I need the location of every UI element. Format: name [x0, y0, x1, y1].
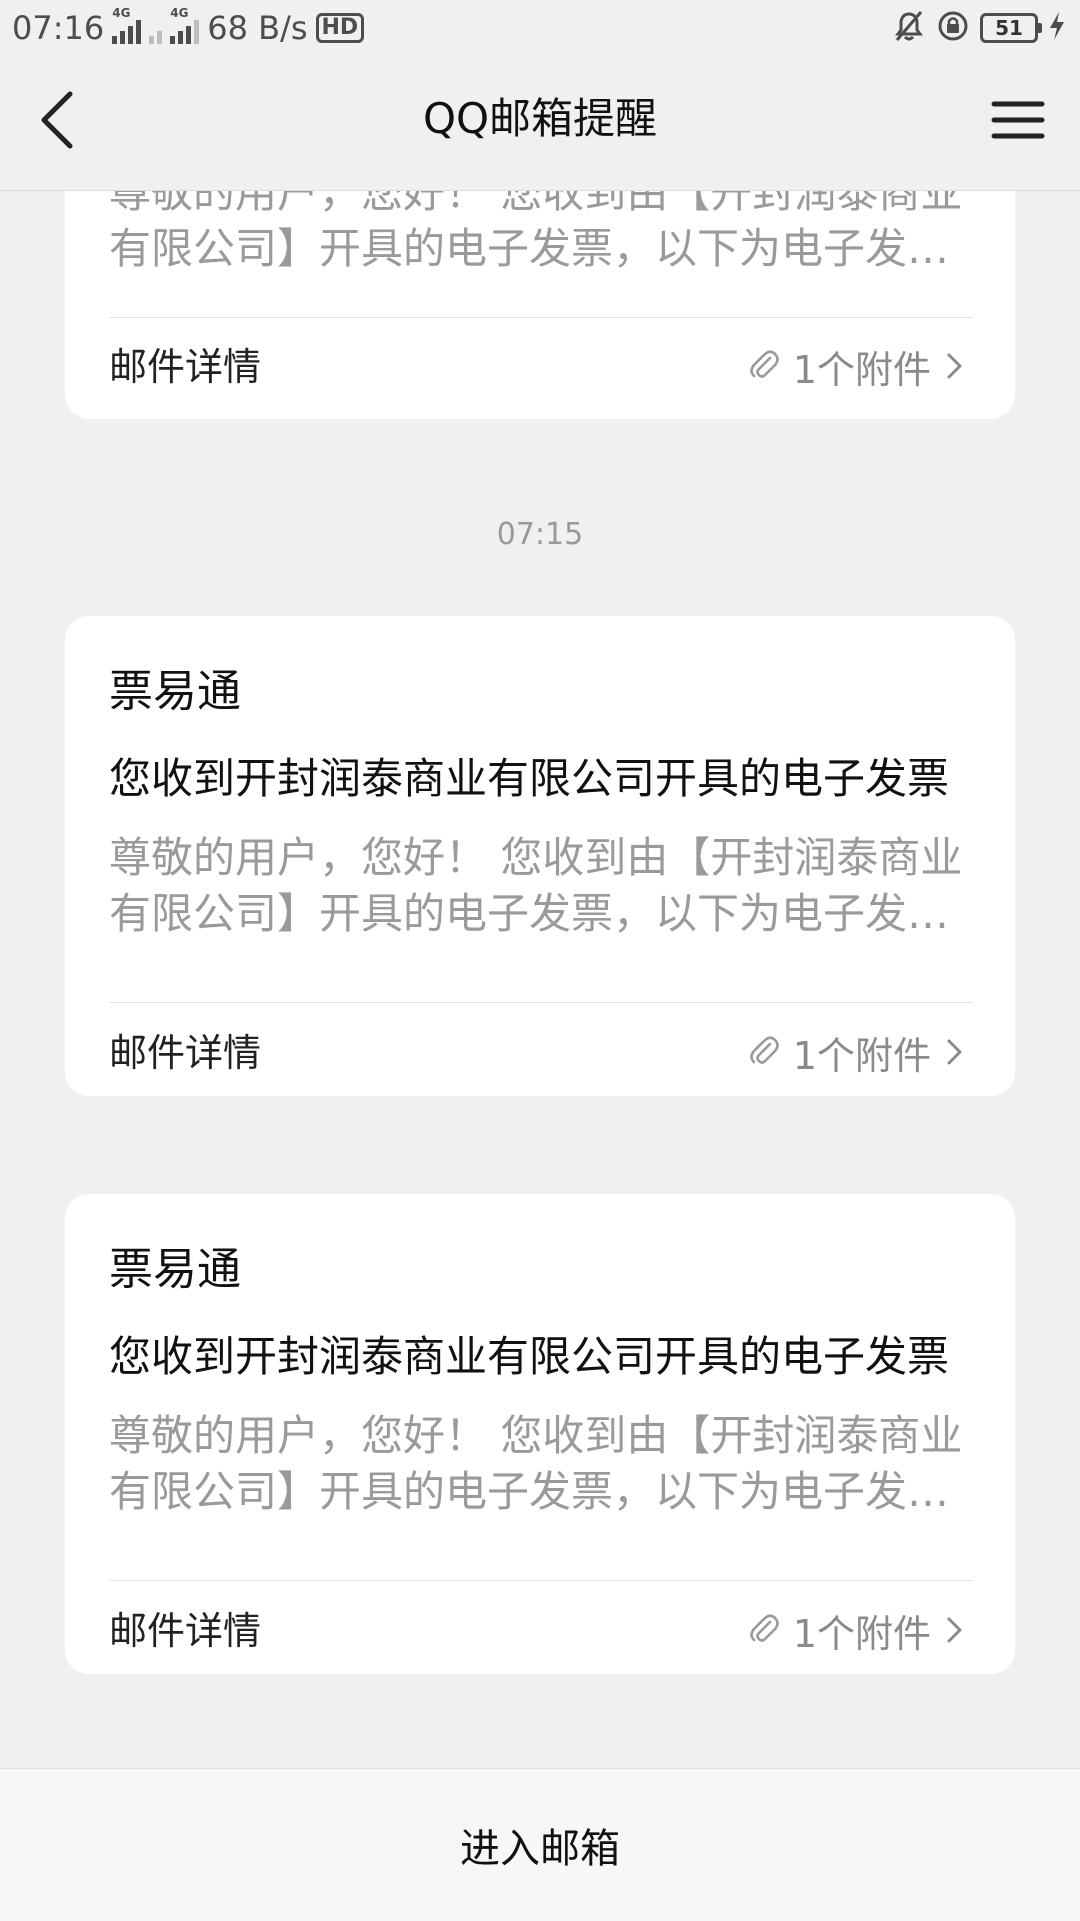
signal-icon: 4G [170, 6, 200, 44]
chevron-right-icon [947, 1617, 962, 1643]
menu-button[interactable] [990, 98, 1046, 142]
hamburger-menu-icon [991, 101, 1045, 139]
signal-tag: 4G [170, 6, 189, 20]
page-title: QQ邮箱提醒 [422, 94, 658, 143]
hd-voice-icon: HD [315, 13, 365, 43]
mail-sender: 票易通 [109, 1244, 241, 1295]
status-time: 07:16 [12, 9, 105, 47]
chevron-right-icon [947, 1039, 962, 1065]
attachment-info[interactable]: 1个附件 [749, 1026, 965, 1078]
card-divider [109, 1002, 973, 1003]
mail-detail-link[interactable]: 邮件详情 [109, 342, 261, 392]
enter-mailbox-button[interactable]: 进入邮箱 [0, 1769, 1080, 1921]
status-left: 07:16 4G 4G 68 B/s HD [12, 6, 365, 50]
paperclip-icon [750, 1614, 779, 1642]
mail-card[interactable]: 票易通 您收到开封润泰商业有限公司开具的电子发票 尊敬的用户，您好！ 您收到由【… [65, 616, 1015, 1096]
card-divider [109, 317, 973, 318]
mail-sender: 票易通 [109, 666, 241, 717]
bell-off-icon [892, 9, 926, 47]
app-header: QQ邮箱提醒 [0, 56, 1080, 191]
status-right: 51 [892, 8, 1066, 48]
attachment-info[interactable]: 1个附件 [749, 1604, 965, 1656]
signal-icon: 4G [112, 6, 142, 44]
message-timestamp: 07:15 [496, 517, 584, 552]
rotation-lock-icon [936, 9, 970, 47]
attachment-count: 1个附件 [792, 1033, 931, 1078]
battery-icon: 51 [980, 13, 1042, 43]
signal-icon-secondary [149, 12, 163, 44]
preview-container: 尊敬的用户，您好！ 您收到由【开封润泰商业有限公司】开具的电子发票，以下为电子发… [65, 191, 1015, 321]
paperclip-icon [750, 1036, 779, 1064]
attachment-count: 1个附件 [792, 347, 931, 392]
mail-preview: 尊敬的用户，您好！ 您收到由【开封润泰商业有限公司】开具的电子发票，以下为电子发… [109, 833, 963, 938]
chevron-right-icon [947, 353, 962, 379]
signal-tag: 4G [112, 6, 131, 20]
lightning-icon [1048, 11, 1066, 45]
network-speed: 68 B/s [207, 9, 308, 47]
card-divider [109, 1580, 973, 1581]
mail-preview: 尊敬的用户，您好！ 您收到由【开封润泰商业有限公司】开具的电子发票，以下为电子发… [109, 1411, 963, 1516]
mail-preview: 尊敬的用户，您好！ 您收到由【开封润泰商业有限公司】开具的电子发票，以下为电子发… [109, 191, 963, 273]
mail-subject: 您收到开封润泰商业有限公司开具的电子发票 [109, 1332, 950, 1381]
paperclip-icon [750, 350, 779, 378]
mail-detail-link[interactable]: 邮件详情 [109, 1028, 261, 1078]
mail-card[interactable]: 票易通 您收到开封润泰商业有限公司开具的电子发票 尊敬的用户，您好！ 您收到由【… [65, 1194, 1015, 1674]
attachment-count: 1个附件 [792, 1611, 931, 1656]
mail-subject: 您收到开封润泰商业有限公司开具的电子发票 [109, 754, 950, 803]
mail-card[interactable]: 尊敬的用户，您好！ 您收到由【开封润泰商业有限公司】开具的电子发票，以下为电子发… [65, 191, 1015, 419]
attachment-info[interactable]: 1个附件 [749, 340, 965, 392]
status-bar: 07:16 4G 4G 68 B/s HD 51 [0, 0, 1080, 56]
bottom-bar: 进入邮箱 [0, 1768, 1080, 1921]
mail-detail-link[interactable]: 邮件详情 [109, 1606, 261, 1656]
message-list[interactable]: 尊敬的用户，您好！ 您收到由【开封润泰商业有限公司】开具的电子发票，以下为电子发… [0, 191, 1080, 1768]
